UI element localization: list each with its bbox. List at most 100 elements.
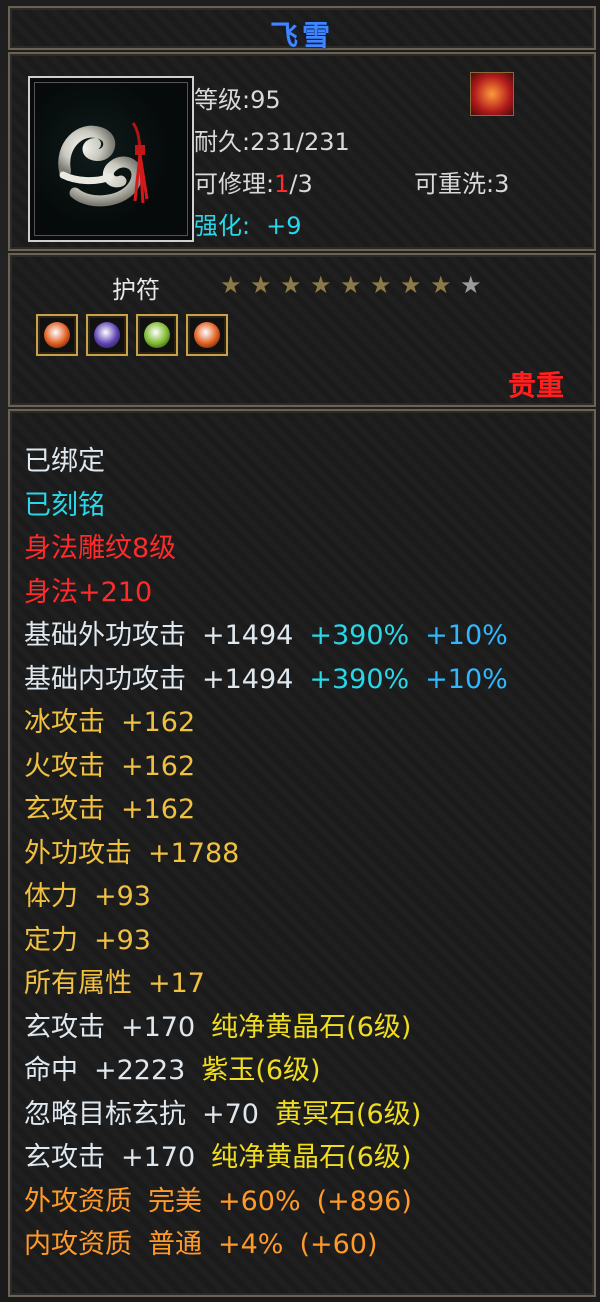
attribute-text: +162 <box>121 707 196 738</box>
rewash-stat: 可重洗:3 <box>414 164 509 199</box>
attribute-text: +93 <box>94 924 151 956</box>
orange-gem-icon[interactable] <box>36 314 78 356</box>
attribute-text: 定力 <box>24 924 78 956</box>
level-label: 等级: <box>194 86 251 114</box>
attribute-text: 纯净黄晶石(6级) <box>211 1011 412 1043</box>
attribute-text: +2223 <box>94 1055 186 1086</box>
star-filled-icon: ★ <box>250 271 272 299</box>
repairable-stat: 可修理:1/3 <box>194 164 313 199</box>
attribute-text: 忽略目标玄抗 <box>24 1098 186 1130</box>
attribute-line: 已刻铭 <box>24 484 576 528</box>
attribute-text: 基础外功攻击 <box>24 620 186 651</box>
level-value: 95 <box>250 86 281 114</box>
jade-amulet-art <box>58 122 149 207</box>
attribute-text: 玄攻击 <box>24 794 105 825</box>
enhance-label: 强化: <box>194 212 251 240</box>
purple-gem-icon[interactable] <box>86 314 128 356</box>
item-name: 飞雪 <box>269 19 334 52</box>
attribute-text: 基础内功攻击 <box>24 663 186 695</box>
star-filled-icon: ★ <box>370 271 392 299</box>
attribute-line: 内攻资质 普通 +4% (+60) <box>24 1223 576 1267</box>
attribute-text: +1494 <box>202 663 294 695</box>
attribute-text: 已刻铭 <box>24 489 105 521</box>
attribute-text: +170 <box>121 1142 196 1173</box>
attribute-text: 命中 <box>24 1055 78 1086</box>
attribute-text: (+896) <box>316 1185 412 1217</box>
attribute-text: 所有属性 <box>24 968 132 999</box>
attribute-text: 已绑定 <box>24 446 105 477</box>
attribute-line: 已绑定 <box>24 440 576 484</box>
attribute-text: 玄攻击 <box>24 1142 105 1173</box>
attribute-line: 玄攻击 +162 <box>24 788 576 832</box>
rarity-label: 贵重 <box>507 369 564 402</box>
gem-core <box>44 322 70 348</box>
attribute-text: 内攻资质 <box>24 1229 132 1260</box>
attribute-text: +10% <box>425 663 508 695</box>
attribute-line: 身法雕纹8级 <box>24 527 576 571</box>
repairable-label: 可修理: <box>194 170 275 198</box>
fire-skill-icon <box>470 72 514 116</box>
star-filled-icon: ★ <box>340 271 362 299</box>
attribute-text: 身法雕纹8级 <box>24 533 177 564</box>
attribute-text: 冰攻击 <box>24 707 105 738</box>
item-type: 护符 <box>112 276 160 304</box>
attribute-line: 冰攻击 +162 <box>24 701 576 745</box>
attribute-line: 身法+210 <box>24 571 576 615</box>
attribute-text: +70 <box>202 1098 259 1130</box>
attribute-list: 已绑定 已刻铭 身法雕纹8级 身法+210 基础外功攻击 +1494 +390% +10% 基础… <box>24 440 576 1267</box>
attribute-text: +17 <box>148 968 205 999</box>
star-filled-icon: ★ <box>310 271 332 299</box>
repairable-total: /3 <box>289 170 313 198</box>
gem-core <box>94 322 120 348</box>
attribute-text: +10% <box>425 620 508 651</box>
durability-label: 耐久: <box>194 128 251 156</box>
attribute-text: 黄冥石(6级) <box>274 1098 422 1130</box>
attribute-text: +162 <box>121 794 196 825</box>
attribute-line: 外攻资质 完美 +60% (+896) <box>24 1180 576 1224</box>
attribute-text: +1788 <box>148 837 240 869</box>
star-filled-icon: ★ <box>220 271 242 299</box>
attribute-text: 紫玉(6级) <box>201 1055 321 1086</box>
attribute-line: 基础内功攻击 +1494 +390% +10% <box>24 658 576 702</box>
attribute-text: 火攻击 <box>24 750 105 782</box>
attribute-text: 体力 <box>24 881 78 912</box>
title-bar: 飞雪 <box>8 6 596 52</box>
star-filled-icon: ★ <box>400 271 422 299</box>
attribute-line: 定力 +93 <box>24 919 576 963</box>
item-tooltip: 飞雪 等级:95 耐久:231/231 可修理:1/3 可重洗:3 强化: +9… <box>0 0 600 1302</box>
attribute-text: +93 <box>94 881 151 912</box>
gem-core <box>144 322 170 348</box>
attribute-line: 所有属性 +17 <box>24 962 576 1006</box>
attribute-text: 纯净黄晶石(6级) <box>211 1142 412 1173</box>
attribute-line: 火攻击 +162 <box>24 745 576 789</box>
rewash-label: 可重洗: <box>414 170 495 198</box>
orange-gem-icon[interactable] <box>186 314 228 356</box>
attribute-text: 普通 <box>148 1229 202 1260</box>
attribute-text: +60% <box>218 1185 301 1217</box>
level-stat: 等级:95 <box>194 80 281 115</box>
durability-value: 231/231 <box>250 128 350 156</box>
jade-amulet-icon <box>34 82 188 236</box>
attribute-text: +162 <box>121 750 196 782</box>
star-rating: ★ ★ ★ ★ ★ ★ ★ ★ ★ <box>220 273 484 297</box>
attribute-line: 命中 +2223 紫玉(6级) <box>24 1049 576 1093</box>
attribute-text: (+60) <box>299 1229 378 1260</box>
attribute-text: 外功攻击 <box>24 837 132 869</box>
attribute-text: +390% <box>309 620 410 651</box>
attribute-text: +1494 <box>202 620 294 651</box>
green-gem-icon[interactable] <box>136 314 178 356</box>
repairable-used: 1 <box>274 170 290 198</box>
gem-core <box>194 322 220 348</box>
attribute-line: 外功攻击 +1788 <box>24 832 576 876</box>
attribute-text: 玄攻击 <box>24 1011 105 1043</box>
item-icon-frame <box>28 76 194 242</box>
attribute-line: 基础外功攻击 +1494 +390% +10% <box>24 614 576 658</box>
enhance-stat: 强化: +9 <box>194 206 301 241</box>
attribute-text: +170 <box>121 1011 196 1043</box>
attribute-line: 玄攻击 +170 纯净黄晶石(6级) <box>24 1006 576 1050</box>
attribute-line: 玄攻击 +170 纯净黄晶石(6级) <box>24 1136 576 1180</box>
attribute-line: 体力 +93 <box>24 875 576 919</box>
attribute-text: 外攻资质 <box>24 1185 132 1217</box>
star-filled-icon: ★ <box>430 271 452 299</box>
star-empty-icon: ★ <box>460 271 482 299</box>
